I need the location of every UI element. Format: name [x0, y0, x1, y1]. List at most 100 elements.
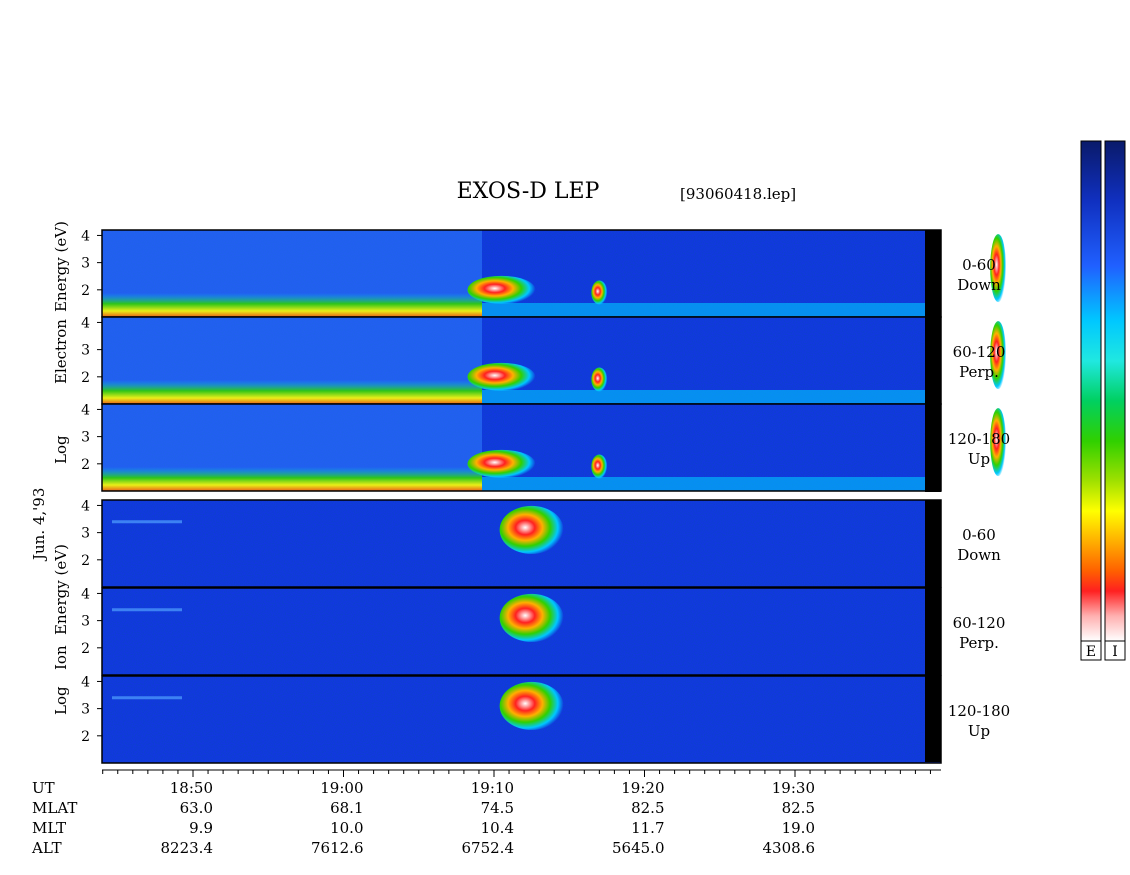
electron-panel-2: 2 3 4	[81, 315, 1007, 405]
ephemeris-alt-value: 6752.4	[462, 839, 515, 857]
ion-colorbar: I	[1104, 140, 1126, 661]
cusp-electron-burst	[467, 449, 536, 478]
electron-panel-3: 2 3 4	[81, 402, 1007, 492]
electron-burst-2	[591, 454, 608, 479]
low-energy-tail	[482, 390, 925, 404]
ion-panel-1: 2 3 4	[81, 498, 942, 588]
pitch-angle-range: 120-180	[948, 702, 1010, 720]
ephemeris-mlt-value: 10.0	[330, 819, 363, 837]
low-energy-tail	[482, 303, 925, 317]
ephemeris-ut-value: 19:10	[471, 779, 514, 797]
low-energy-electron-band	[102, 467, 482, 491]
ion-y-title: Log Ion Energy (eV)	[52, 544, 70, 715]
panel-label-4: 0-60 Down	[957, 526, 1001, 564]
cusp-electron-burst	[467, 275, 536, 304]
cusp-ion-dispersion	[499, 505, 564, 554]
panel-label-5: 60-120 Perp.	[953, 614, 1006, 652]
electron-y-title-log: Log	[52, 435, 70, 464]
pitch-angle-direction: Perp.	[959, 634, 999, 652]
ephemeris-mlt-value: 19.0	[782, 819, 815, 837]
pitch-angle-range: 0-60	[962, 526, 996, 544]
chart-title: EXOS-D LEP	[457, 179, 600, 204]
low-energy-electron-band	[102, 293, 482, 317]
pitch-angle-range: 120-180	[948, 430, 1010, 448]
ephemeris-ut-value: 19:00	[320, 779, 363, 797]
y-tick-label: 3	[81, 343, 90, 359]
pitch-angle-direction: Up	[968, 722, 990, 740]
pitch-angle-range: 60-120	[953, 614, 1006, 632]
ephemeris-mlat-value: 82.5	[782, 799, 815, 817]
y-tick-label: 4	[81, 498, 90, 514]
electron-y-title-species: Electron	[52, 319, 70, 384]
y-tick-label: 3	[81, 430, 90, 446]
ephemeris-row-label: MLT	[32, 819, 66, 837]
electron-y-title: Log Electron Energy (eV)	[52, 221, 70, 464]
y-tick-label: 4	[81, 586, 90, 602]
electron-y-title-energy: Energy (eV)	[52, 221, 70, 312]
electron-panel-1: 2 3 4	[81, 228, 1007, 318]
ion-panel-2: 2 3 4	[81, 586, 942, 676]
ion-panel-3: 2 3 4	[81, 674, 942, 764]
ephemeris-ut-value: 19:20	[621, 779, 664, 797]
ephemeris-mlt-value: 11.7	[631, 819, 664, 837]
ephemeris-mlt-value: 10.4	[481, 819, 514, 837]
spectrogram-figure: EXOS-D LEP [93060418.lep] 2 3 4 2 3 4 2 3 4 2 3 4 2 3…	[30, 140, 1126, 857]
ephemeris-row-label: UT	[32, 779, 55, 797]
pitch-angle-direction: Perp.	[959, 363, 999, 381]
y-tick-label: 4	[81, 315, 90, 331]
ephemeris-row-label: ALT	[31, 839, 62, 857]
file-name: [93060418.lep]	[680, 185, 796, 203]
date-label: Jun. 4,'93	[30, 488, 48, 562]
cusp-ion-dispersion	[499, 681, 564, 730]
ephemeris-alt-value: 7612.6	[311, 839, 364, 857]
pitch-angle-direction: Up	[968, 450, 990, 468]
ion-y-title-log: Log	[52, 686, 70, 715]
ephemeris-table: UT MLAT MLT ALT 18:50 63.0 9.9 8223.4 19:00 68.1 1…	[31, 779, 815, 857]
y-tick-label: 3	[81, 702, 90, 718]
ephemeris-mlat-value: 63.0	[180, 799, 213, 817]
ephemeris-mlat-value: 68.1	[330, 799, 363, 817]
electron-colorbar-label: E	[1086, 644, 1096, 660]
ion-colorbar-label: I	[1112, 644, 1118, 660]
electron-colorbar: E	[1080, 140, 1102, 661]
y-tick-label: 4	[81, 674, 90, 690]
y-tick-label: 2	[81, 457, 90, 473]
y-tick-label: 3	[81, 526, 90, 542]
y-tick-label: 2	[81, 729, 90, 745]
low-energy-tail	[482, 477, 925, 491]
ephemeris-mlat-value: 82.5	[631, 799, 664, 817]
cusp-electron-burst	[467, 362, 536, 391]
y-tick-label: 2	[81, 553, 90, 569]
y-tick-label: 3	[81, 614, 90, 630]
pitch-angle-range: 60-120	[953, 343, 1006, 361]
y-tick-label: 2	[81, 641, 90, 657]
y-tick-label: 4	[81, 402, 90, 418]
date-label-group: Jun. 4,'93	[30, 488, 48, 562]
ion-y-title-species: Ion	[52, 645, 70, 670]
ephemeris-ut-value: 19:30	[772, 779, 815, 797]
ephemeris-ut-value: 18:50	[170, 779, 213, 797]
ephemeris-alt-value: 8223.4	[161, 839, 214, 857]
ephemeris-mlt-value: 9.9	[189, 819, 213, 837]
electron-data-end-strip	[925, 230, 941, 492]
y-tick-label: 4	[81, 228, 90, 244]
electron-burst-2	[591, 367, 608, 392]
cusp-ion-dispersion	[499, 593, 564, 642]
spectrogram-panels: 2 3 4 2 3 4 2 3 4 2 3 4 2 3 4 2 3 4	[81, 228, 1007, 764]
ion-data-end-strip	[925, 500, 941, 762]
pitch-angle-direction: Down	[957, 276, 1001, 294]
panel-label-6: 120-180 Up	[948, 702, 1010, 740]
y-tick-label: 2	[81, 370, 90, 386]
ephemeris-alt-value: 4308.6	[763, 839, 816, 857]
y-tick-label: 2	[81, 283, 90, 299]
ephemeris-row-label: MLAT	[32, 799, 77, 817]
low-energy-electron-band	[102, 380, 482, 404]
pitch-angle-range: 0-60	[962, 256, 996, 274]
ephemeris-mlat-value: 74.5	[481, 799, 514, 817]
y-tick-label: 3	[81, 256, 90, 272]
pitch-angle-direction: Down	[957, 546, 1001, 564]
ion-y-title-energy: Energy (eV)	[52, 544, 70, 635]
electron-burst-2	[591, 280, 608, 305]
ephemeris-alt-value: 5645.0	[612, 839, 665, 857]
time-axis	[102, 769, 941, 777]
